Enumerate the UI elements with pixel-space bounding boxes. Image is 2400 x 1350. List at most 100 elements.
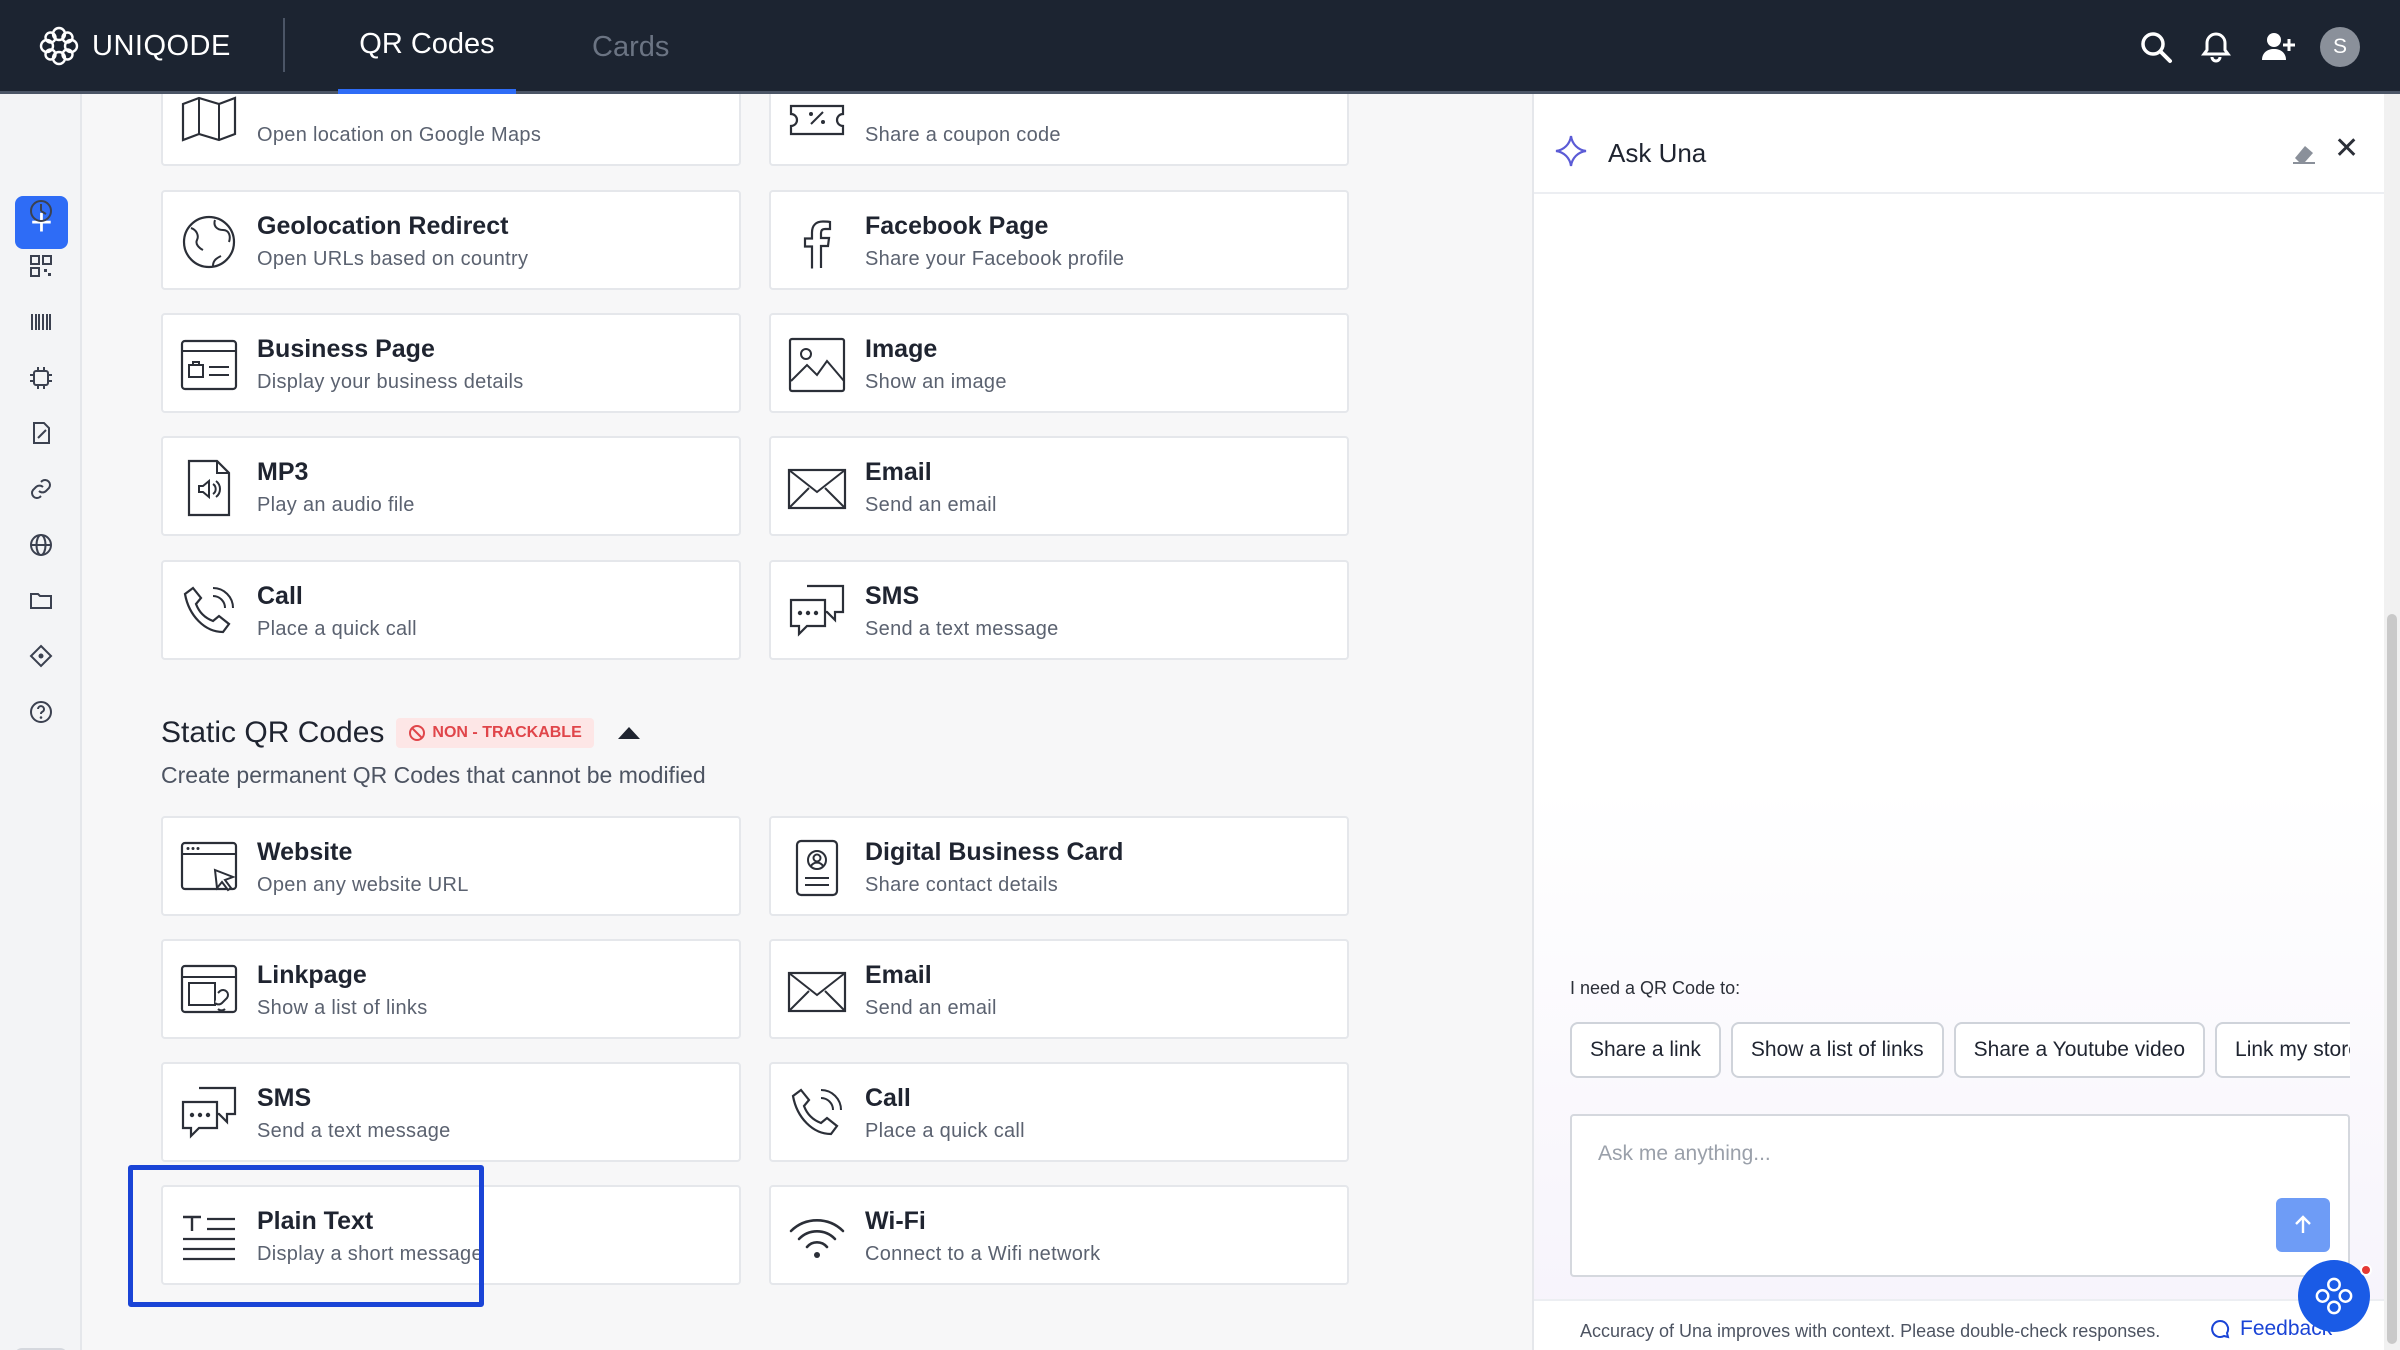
text-icon [179,1207,239,1267]
qr-type-card-static-sms[interactable]: SMS Send a text message [161,1062,741,1162]
non-trackable-badge: NON - TRACKABLE [396,718,594,748]
card-desc: Send a text message [257,1120,451,1142]
bell-icon[interactable] [2196,27,2236,67]
card-desc: Share contact details [865,874,1059,896]
left-sidebar: + [0,94,82,1350]
facebook-icon [787,212,847,272]
qr-type-card-business-page[interactable]: Business Page Display your business deta… [161,313,741,413]
qr-type-card-facebook-page[interactable]: Facebook Page Share your Facebook profil… [769,190,1349,290]
top-navbar: UNIQODE QR Codes Cards S [0,0,2400,94]
accuracy-disclaimer: Accuracy of Una improves with context. P… [1580,1321,2161,1341]
card-desc: Show an image [865,371,1007,393]
card-title: Wi-Fi [865,1207,926,1235]
folder-icon[interactable] [24,583,58,617]
search-icon[interactable] [2136,27,2176,67]
qr-type-card-wifi[interactable]: Wi-Fi Connect to a Wifi network [769,1185,1349,1285]
qr-type-card-static-call[interactable]: Call Place a quick call [769,1062,1349,1162]
audio-file-icon [179,458,239,518]
panel-scrollbar[interactable] [2384,94,2400,1350]
qr-type-card-geolocation-redirect[interactable]: Geolocation Redirect Open URLs based on … [161,190,741,290]
card-desc: Send an email [865,997,997,1019]
qr-type-card-plain-text[interactable]: Plain Text Display a short message [161,1185,741,1285]
integrations-icon[interactable] [24,639,58,673]
uniqode-logo-icon [2315,1277,2353,1315]
nav-divider [283,18,285,72]
phone-icon [787,1084,847,1144]
brand-logo[interactable]: UNIQODE [38,24,231,68]
suggestion-chip-list-links[interactable]: Show a list of links [1730,1022,1944,1078]
qr-type-card-mp3[interactable]: MP3 Play an audio file [161,436,741,536]
qr-type-card-sms[interactable]: SMS Send a text message [769,560,1349,660]
card-title: Geolocation Redirect [257,212,509,240]
ai-chip-icon[interactable] [24,361,58,395]
document-edit-icon[interactable] [24,416,58,450]
card-title: Call [865,1084,911,1112]
card-desc: Share a coupon code [865,124,1061,146]
suggestion-chip-link-store[interactable]: Link my store [2215,1022,2350,1078]
badge-label: NON - TRACKABLE [432,724,582,741]
una-chat-input[interactable]: Ask me anything... [1570,1114,2350,1277]
sms-icon [787,582,847,642]
section-title: Static QR Codes [161,716,385,749]
card-title: Linkpage [257,961,367,989]
qr-type-card-email[interactable]: Email Send an email [769,436,1349,536]
send-button[interactable] [2276,1198,2330,1252]
wifi-icon [787,1207,847,1267]
chat-bubble-icon [2211,1319,2230,1339]
qr-type-card-call[interactable]: Call Place a quick call [161,560,741,660]
contact-card-icon [787,838,847,898]
suggestion-chips: Share a link Show a list of links Share a … [1570,1022,2350,1082]
chat-input-placeholder: Ask me anything... [1598,1142,1771,1165]
eraser-icon[interactable] [2289,138,2319,168]
card-title: Call [257,582,303,610]
card-title: Plain Text [257,1207,374,1235]
qr-type-card-coupon[interactable]: Share a coupon code [769,94,1349,166]
suggestion-chip-youtube[interactable]: Share a Youtube video [1953,1022,2206,1078]
globe-icon[interactable] [24,528,58,562]
qr-type-card-website[interactable]: Website Open any website URL [161,816,741,916]
business-icon [179,335,239,395]
ask-una-panel: Ask Una ✕ I need a QR Code to: Share a l… [1532,94,2386,1350]
card-title: MP3 [257,458,309,486]
tab-qr-codes[interactable]: QR Codes [338,0,516,94]
qr-type-card-linkpage[interactable]: Linkpage Show a list of links [161,939,741,1039]
dashboard-icon[interactable] [24,194,58,228]
image-icon [787,335,847,395]
card-desc: Show a list of links [257,997,428,1019]
linkpage-icon [179,961,239,1021]
website-icon [179,838,239,898]
qr-type-card-static-email[interactable]: Email Send an email [769,939,1349,1039]
card-desc: Place a quick call [257,618,417,640]
arrow-up-icon [2295,1215,2311,1233]
qr-type-card-google-maps[interactable]: Open location on Google Maps [161,94,741,166]
envelope-icon [787,458,847,518]
qr-type-list: Open location on Google Maps Share a cou… [82,94,1532,1350]
envelope-icon [787,961,847,1021]
close-icon[interactable]: ✕ [2334,134,2359,164]
help-icon[interactable] [24,695,58,729]
card-title: Facebook Page [865,212,1049,240]
card-desc: Connect to a Wifi network [865,1243,1101,1265]
qr-type-card-digital-business-card[interactable]: Digital Business Card Share contact deta… [769,816,1349,916]
qr-code-icon[interactable] [24,249,58,283]
map-icon [179,94,239,148]
sparkle-icon [1555,135,1587,167]
card-title: Website [257,838,353,866]
card-desc: Share your Facebook profile [865,248,1125,270]
card-desc: Send an email [865,494,997,516]
avatar[interactable]: S [2320,27,2360,67]
card-desc: Send a text message [865,618,1059,640]
add-user-icon[interactable] [2258,27,2298,67]
collapse-caret-icon[interactable] [617,727,640,739]
phone-icon [179,582,239,642]
coupon-icon [787,94,847,148]
card-desc: Open any website URL [257,874,469,896]
barcode-icon[interactable] [24,305,58,339]
card-desc: Open URLs based on country [257,248,529,270]
card-desc: Display a short message [257,1243,483,1265]
link-icon[interactable] [24,472,58,506]
tab-cards[interactable]: Cards [592,0,669,94]
suggestion-chip-share-link[interactable]: Share a link [1570,1022,1721,1078]
qr-type-card-image[interactable]: Image Show an image [769,313,1349,413]
scrollbar-thumb[interactable] [2387,614,2397,1344]
